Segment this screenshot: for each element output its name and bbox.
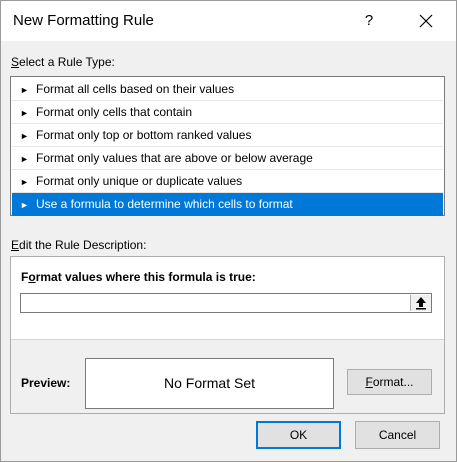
formula-area: Format values where this formula is true… (11, 257, 444, 339)
rule-type-label: Select a Rule Type: (11, 55, 115, 69)
close-icon (419, 14, 433, 28)
bullet-arrow-icon: ► (20, 85, 29, 95)
bullet-arrow-icon: ► (20, 177, 29, 187)
bullet-arrow-icon: ► (20, 131, 29, 141)
cancel-button[interactable]: Cancel (355, 421, 440, 449)
collapse-dialog-icon (416, 297, 426, 310)
dialog-title: New Formatting Rule (13, 12, 154, 29)
rule-type-list[interactable]: ► Format all cells based on their values … (10, 76, 445, 216)
new-formatting-rule-dialog: New Formatting Rule ? Select a Rule Type… (0, 0, 457, 462)
formula-input[interactable] (20, 293, 432, 313)
rule-type-item[interactable]: ► Format only values that are above or be… (12, 147, 443, 170)
formula-label: Format values where this formula is true… (21, 270, 256, 284)
help-button[interactable]: ? (354, 5, 384, 37)
bullet-arrow-icon: ► (20, 154, 29, 164)
bullet-arrow-icon: ► (20, 108, 29, 118)
close-button[interactable] (409, 5, 443, 37)
rule-type-item[interactable]: ► Format only unique or duplicate values (12, 170, 443, 193)
ok-button[interactable]: OK (256, 421, 341, 449)
format-button[interactable]: Format... (347, 369, 432, 395)
bullet-arrow-icon: ► (20, 200, 29, 210)
rule-type-item[interactable]: ► Format all cells based on their values (12, 78, 443, 101)
rule-type-item-selected[interactable]: ► Use a formula to determine which cells … (12, 193, 443, 216)
title-bar: New Formatting Rule ? (1, 1, 456, 41)
rule-type-item[interactable]: ► Format only cells that contain (12, 101, 443, 124)
rule-description-panel: Format values where this formula is true… (10, 256, 445, 414)
divider (11, 339, 444, 340)
rule-description-label: Edit the Rule Description: (11, 238, 147, 252)
rule-type-item[interactable]: ► Format only top or bottom ranked values (12, 124, 443, 147)
collapse-dialog-button[interactable] (410, 295, 431, 311)
preview-box: No Format Set (85, 358, 334, 409)
preview-label: Preview: (21, 376, 71, 390)
